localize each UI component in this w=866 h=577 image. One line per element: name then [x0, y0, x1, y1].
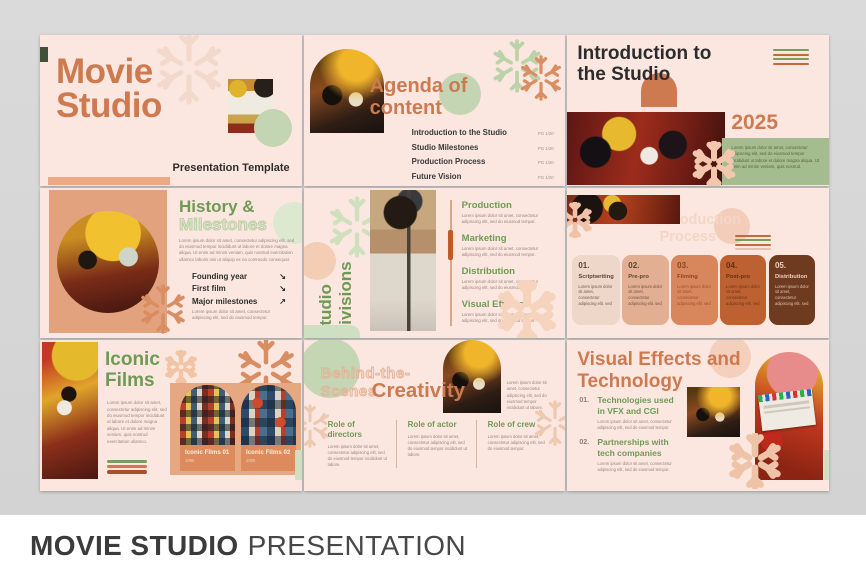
- milestone-item: Major milestones↗: [192, 297, 286, 306]
- history-paragraph: Lorem ipsum dolor sit amet, consectetur …: [179, 238, 295, 264]
- agenda-list: Introduction to the Studio PG 1/20 Studi…: [412, 128, 554, 181]
- film-photo: [180, 385, 235, 445]
- snowflake-icon: [518, 55, 564, 101]
- films-photo: [42, 342, 98, 479]
- vfx-small-photo: [687, 387, 740, 437]
- process-steps: 01. Scriptwriting Lorem ipsum dolor sit …: [572, 255, 815, 325]
- divisions-vertical-title: Studio Divisions: [316, 225, 358, 337]
- timeline-line: [450, 200, 452, 326]
- cover-subtitle: Presentation Template: [172, 162, 289, 174]
- stripes-icon: [735, 235, 771, 251]
- column-divider: [396, 420, 397, 468]
- process-step-card: 03. Filming Lorem ipsum dolor sit amet, …: [671, 255, 717, 325]
- process-step-card: 04. Post-pro Lorem ipsum dolor sit amet,…: [720, 255, 766, 325]
- agenda-item: Studio Milestones PG 1/20: [412, 143, 554, 152]
- year-label: 2025: [731, 111, 778, 135]
- films-paragraph: Lorem ipsum dolor sit amet, consectetur …: [107, 400, 169, 445]
- corner-accent: [40, 47, 48, 62]
- milestone-item: First film↘: [192, 284, 286, 293]
- division-item: Marketing Lorem ipsum dolor sit amet, co…: [462, 233, 558, 258]
- vfx-title: Visual Effects and Technology: [577, 349, 740, 392]
- film-caption: Iconic Films 02 2005: [241, 445, 296, 471]
- films-title: Iconic Films: [105, 350, 160, 391]
- snowflake-icon: [496, 280, 558, 339]
- green-text-box: Lorem ipsum dolor sit amet, consectetur …: [722, 138, 829, 185]
- snowflake-icon: [138, 284, 188, 334]
- role-column: Role of actor Lorem ipsum dolor sit amet…: [408, 420, 470, 458]
- scenes-title-accent: Creativity: [372, 379, 465, 403]
- snowflake-icon: [567, 202, 593, 238]
- arrow-icon: ↗: [279, 297, 286, 306]
- snowflake-icon: [727, 433, 783, 489]
- snowflake-icon: [691, 141, 737, 186]
- division-item: Production Lorem ipsum dolor sit amet, c…: [462, 200, 558, 225]
- template-preview: Movie Studio Presentation Template Agend…: [0, 0, 866, 577]
- bottom-bar: [48, 177, 170, 185]
- intro-title: Introduction to the Studio: [577, 43, 711, 86]
- footer-title-bold: MOVIE STUDIO: [30, 530, 239, 561]
- agenda-item: Production Process PG 1/20: [412, 157, 554, 166]
- sage-accent: [824, 450, 829, 480]
- slide-iconic-films: Iconic Films Lorem ipsum dolor sit amet,…: [40, 340, 302, 491]
- arrow-icon: ↘: [279, 272, 286, 281]
- film-caption: Iconic Films 01 1995: [180, 445, 235, 471]
- film-card: Iconic Films 01 1995: [180, 385, 235, 471]
- slide-agenda: Agenda of content Introduction to the St…: [304, 35, 566, 186]
- slide-history: History & Milestones Lorem ipsum dolor s…: [40, 188, 302, 339]
- slide-introduction: Introduction to the Studio 2025 Lorem ip…: [567, 35, 829, 186]
- process-step-card: 05. Distribution Lorem ipsum dolor sit a…: [769, 255, 815, 325]
- arrow-icon: ↘: [279, 284, 286, 293]
- agenda-item: Introduction to the Studio PG 1/20: [412, 128, 554, 137]
- agenda-title: Agenda of content: [370, 75, 468, 119]
- snowflake-icon: [152, 35, 226, 105]
- vfx-item-num: 01.: [579, 397, 589, 404]
- milestone-item: Founding year↘: [192, 272, 286, 281]
- vfx-item-title: Partnerships with tech companies: [597, 437, 681, 458]
- history-title: History &: [179, 197, 255, 217]
- milestone-list: Founding year↘ First film↘ Major milesto…: [192, 272, 286, 306]
- footer-title: MOVIE STUDIO PRESENTATION: [30, 530, 466, 562]
- sage-accent: [295, 450, 302, 480]
- stripes-icon: [107, 460, 147, 474]
- slide-visual-effects: Visual Effects and Technology 01. Techno…: [567, 340, 829, 491]
- timeline-marker: [448, 230, 453, 260]
- vfx-item-title: Technologies used in VFX and CGI: [597, 395, 681, 416]
- film-photo: [241, 385, 296, 445]
- vfx-item-num: 02.: [579, 439, 589, 446]
- snowflake-icon: [164, 350, 198, 384]
- stripes-icon: [773, 49, 809, 65]
- agenda-item: Future Vision PG 1/20: [412, 172, 554, 181]
- footer-bar: MOVIE STUDIO PRESENTATION: [0, 515, 866, 577]
- footer-title-regular: PRESENTATION: [248, 530, 466, 561]
- clapperboard: [758, 389, 816, 431]
- divisions-photo: [370, 190, 436, 331]
- column-divider: [476, 420, 477, 468]
- slide-behind-scenes: Behind-the- Scenes Creativity Lorem ipsu…: [304, 340, 566, 491]
- slide-process: The Production Process 01. Scriptwriting…: [567, 188, 829, 339]
- sage-tab: [304, 325, 360, 338]
- process-step-card: 02. Pre-pro Lorem ipsum dolor sit amet, …: [622, 255, 668, 325]
- cover-title: Movie Studio: [56, 55, 162, 122]
- slide-divisions: Studio Divisions Production Lorem ipsum …: [304, 188, 566, 339]
- film-card: Iconic Films 02 2005: [241, 385, 296, 471]
- history-note: Lorem ipsum dolor sit amet, consectetur …: [192, 309, 280, 322]
- history-title-outline: Milestones: [179, 215, 267, 235]
- sage-circle: [254, 109, 292, 147]
- slide-grid: Movie Studio Presentation Template Agend…: [40, 35, 829, 491]
- vfx-item-text: Lorem ipsum dolor sit amet, consectetur …: [597, 461, 677, 473]
- scenes-title-outline: Scenes: [321, 383, 377, 400]
- role-column: Role of crew Lorem ipsum dolor sit amet,…: [488, 420, 550, 452]
- process-step-card: 01. Scriptwriting Lorem ipsum dolor sit …: [572, 255, 619, 325]
- slide-cover: Movie Studio Presentation Template: [40, 35, 302, 186]
- scenes-side-text: Lorem ipsum dolor sit amet, consectetur …: [507, 380, 553, 410]
- role-column: Role of directors Lorem ipsum dolor sit …: [328, 420, 390, 468]
- vfx-item-text: Lorem ipsum dolor sit amet, consectetur …: [597, 419, 677, 431]
